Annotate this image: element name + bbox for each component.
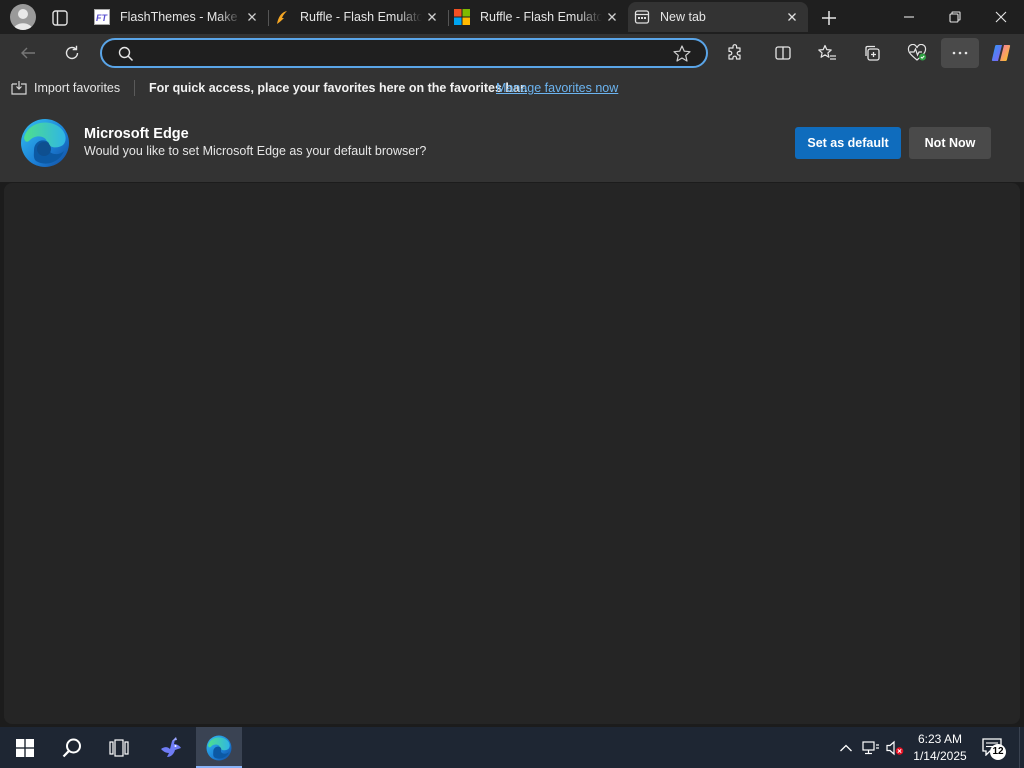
close-tab-icon[interactable] [604, 9, 620, 25]
taskbar-app-bird-icon[interactable] [148, 727, 194, 768]
clock-time: 6:23 AM [917, 731, 963, 746]
tab-title: New tab [660, 10, 706, 24]
tab-actions-icon[interactable] [50, 8, 70, 28]
collections-button[interactable] [857, 38, 887, 68]
volume-muted-icon[interactable] [884, 727, 906, 768]
tab-title: Ruffle - Flash Emulator [480, 10, 602, 24]
browser-essentials-button[interactable] [902, 38, 932, 68]
tab-new-tab[interactable]: New tab [628, 2, 808, 32]
favorites-button[interactable] [812, 38, 842, 68]
favorites-bar: Import favorites For quick access, place… [0, 72, 1024, 104]
start-button[interactable] [2, 727, 48, 768]
not-now-button[interactable]: Not Now [909, 127, 991, 159]
tab-title: FlashThemes - Make your own animations [120, 10, 242, 24]
taskbar-edge-icon[interactable] [196, 727, 242, 768]
settings-and-more-button[interactable] [941, 38, 979, 68]
tab-strip: FT FlashThemes - Make your own animation… [0, 0, 1024, 34]
new-tab-button[interactable] [818, 7, 840, 29]
close-tab-icon[interactable] [244, 9, 260, 25]
copilot-icon[interactable] [986, 38, 1016, 68]
close-window-button[interactable] [978, 0, 1024, 34]
close-tab-icon[interactable] [784, 9, 800, 25]
banner-message: Would you like to set Microsoft Edge as … [84, 144, 427, 158]
back-button[interactable] [13, 38, 43, 68]
edge-logo-icon [20, 118, 70, 168]
newtab-icon [634, 9, 650, 25]
svg-text:FT: FT [96, 13, 108, 23]
clock[interactable]: 6:23 AM 1/14/2025 [908, 727, 972, 768]
notification-center-icon[interactable]: 12 [980, 727, 1008, 768]
banner-title: Microsoft Edge [84, 126, 189, 142]
task-view-icon[interactable] [96, 727, 142, 768]
import-favorites-label: Import favorites [34, 81, 121, 95]
manage-favorites-link[interactable]: Manage favorites now [496, 81, 618, 95]
network-icon[interactable] [860, 727, 882, 768]
tab-ruffle-1[interactable]: Ruffle - Flash Emulator [268, 2, 448, 32]
default-browser-banner: Microsoft Edge Would you like to set Mic… [0, 104, 1024, 182]
show-hidden-icons-chevron-icon[interactable] [836, 727, 856, 768]
favorites-bar-hint: For quick access, place your favorites h… [149, 81, 528, 95]
profile-avatar[interactable] [10, 4, 36, 30]
clock-date: 1/14/2025 [913, 748, 967, 763]
search-icon [117, 45, 135, 63]
split-screen-button[interactable] [768, 38, 798, 68]
notification-count-badge: 12 [990, 743, 1006, 760]
microsoft-favicon [454, 9, 470, 25]
extensions-button[interactable] [720, 38, 750, 68]
taskbar-search-icon[interactable] [49, 727, 95, 768]
set-as-default-button[interactable]: Set as default [795, 127, 901, 159]
windows-taskbar: 6:23 AM 1/14/2025 12 [0, 727, 1024, 768]
flashthemes-favicon: FT [94, 9, 110, 25]
refresh-button[interactable] [57, 38, 87, 68]
close-tab-icon[interactable] [424, 9, 440, 25]
restore-button[interactable] [932, 0, 978, 34]
favorites-bar-divider [134, 80, 135, 96]
favorite-star-icon[interactable] [672, 44, 692, 64]
import-favorites-button[interactable]: Import favorites [10, 78, 120, 98]
minimize-button[interactable] [886, 0, 932, 34]
tab-title: Ruffle - Flash Emulator [300, 10, 422, 24]
import-favorites-icon [10, 80, 28, 96]
tab-ruffle-2[interactable]: Ruffle - Flash Emulator [448, 2, 628, 32]
show-desktop-button[interactable] [1019, 727, 1024, 768]
tab-flashthemes[interactable]: FT FlashThemes - Make your own animation… [88, 2, 268, 32]
ruffle-favicon [274, 9, 290, 25]
address-bar[interactable] [100, 38, 708, 68]
page-content-area [4, 183, 1020, 724]
navigation-toolbar [0, 34, 1024, 72]
